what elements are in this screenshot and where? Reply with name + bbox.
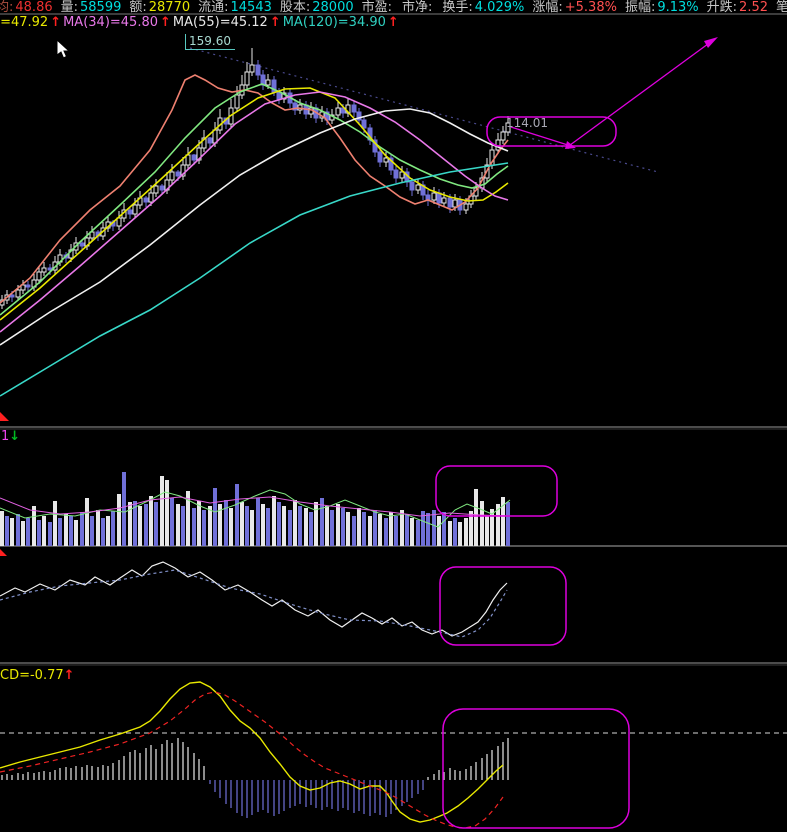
chart-canvas[interactable] bbox=[0, 0, 787, 832]
stat-value: 9.13% bbox=[657, 0, 699, 15]
up-arrow-icon: ↑ bbox=[50, 15, 62, 30]
stat-value: 4.029% bbox=[474, 0, 525, 15]
stat-value: 2.52 bbox=[739, 0, 768, 15]
ma-55 bbox=[0, 108, 509, 346]
volume-pane-label: 1↓ bbox=[1, 429, 20, 444]
up-arrow-icon: ↑ bbox=[387, 15, 399, 30]
stat-label: 均: bbox=[0, 0, 14, 15]
ma-legend-bar: )=47.92 ↑ MA(34)=45.80 ↑ MA(55)=45.12 ↑ MA(120… bbox=[0, 15, 401, 31]
top-stats-bar: 均: 48.86 量: 58599 额: 28770 流通: 14543 股本: 28000 市盈:… bbox=[0, 0, 787, 15]
last-price-label: 114.01 bbox=[506, 116, 548, 130]
osc-solid bbox=[0, 561, 508, 637]
ma-yellow bbox=[0, 87, 509, 321]
ma-legend-item: )=47.92 bbox=[0, 15, 49, 30]
stat-label: 笔数: bbox=[776, 0, 787, 15]
peak-price-label: 159.60 bbox=[185, 34, 235, 50]
ma-legend-item: MA(55)=45.12 bbox=[172, 15, 268, 30]
stat-label: 量: bbox=[60, 0, 78, 15]
macd-pane bbox=[0, 681, 787, 829]
stat-label: 涨幅: bbox=[532, 0, 563, 15]
stat-label: 流通: bbox=[198, 0, 229, 15]
stat-label: 市净: bbox=[402, 0, 433, 15]
ma-legend-item: MA(120)=34.90 bbox=[282, 15, 386, 30]
annotation-arrow[interactable] bbox=[565, 40, 713, 149]
up-arrow-icon: ↑ bbox=[63, 668, 75, 683]
volume-pane bbox=[0, 472, 511, 546]
up-arrow-icon: ↑ bbox=[269, 15, 281, 30]
macd-pane-label: CD=-0.77↑ bbox=[0, 668, 75, 683]
stat-label: 额: bbox=[129, 0, 147, 15]
oscillator-pane bbox=[0, 561, 508, 638]
stat-label: 换手: bbox=[442, 0, 473, 15]
mouse-cursor-icon bbox=[56, 38, 71, 59]
stat-value: 28770 bbox=[148, 0, 191, 15]
pane-dividers bbox=[0, 13, 787, 666]
stat-value: 28000 bbox=[312, 0, 354, 15]
macd-value: CD=-0.77 bbox=[0, 668, 64, 683]
annotation-drawings[interactable] bbox=[0, 37, 718, 829]
red-flag-icon bbox=[0, 549, 7, 556]
stat-label: 股本: bbox=[279, 0, 311, 15]
stat-value: 58599 bbox=[80, 0, 122, 15]
stat-value: 14543 bbox=[230, 0, 272, 15]
main-price-pane bbox=[0, 47, 659, 397]
stat-label: 市盈: bbox=[361, 0, 392, 15]
red-flag-icon bbox=[0, 412, 9, 421]
down-arrow-icon: ↓ bbox=[9, 429, 21, 444]
stat-value: +5.38% bbox=[564, 0, 617, 15]
ma-legend-item: MA(34)=45.80 bbox=[63, 15, 158, 30]
stat-label: 升跌: bbox=[706, 0, 738, 15]
up-arrow-icon: ↑ bbox=[160, 15, 171, 30]
stat-label: 振幅: bbox=[624, 0, 656, 15]
arrowhead-icon bbox=[704, 37, 718, 48]
stock-chart-window: 均: 48.86 量: 58599 额: 28770 流通: 14543 股本: 28000 市盈:… bbox=[0, 0, 787, 832]
osc-dashed bbox=[0, 569, 508, 638]
stat-value: 48.86 bbox=[15, 0, 53, 15]
